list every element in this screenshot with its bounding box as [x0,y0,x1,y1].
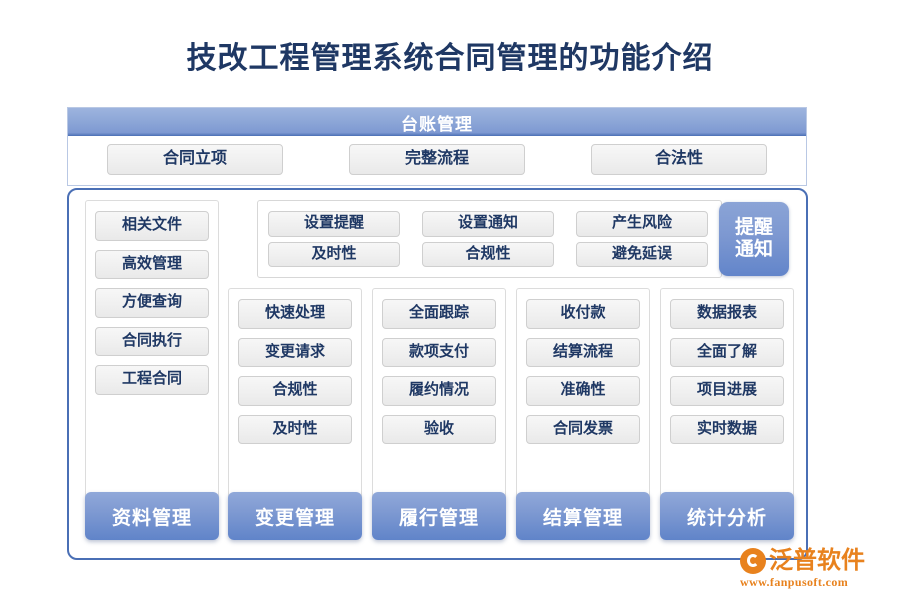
ledger-header-label: 台账管理 [401,114,473,134]
column-footer-performance-management[interactable]: 履行管理 [372,492,506,540]
column-document-management: 相关文件 高效管理 方便查询 合同执行 工程合同 资料管理 [85,200,219,540]
item-engineering-contract[interactable]: 工程合同 [95,365,209,395]
item-timeliness[interactable]: 及时性 [238,414,352,444]
item-contract-execution[interactable]: 合同执行 [95,326,209,356]
column-settlement-management: 收付款 结算流程 准确性 合同发票 结算管理 [516,200,650,540]
ledger-button-row: 合同立项 完整流程 合法性 [68,136,806,185]
item-realtime-data[interactable]: 实时数据 [670,414,784,444]
item-convenient-query[interactable]: 方便查询 [95,288,209,318]
ledger-button-full-process[interactable]: 完整流程 [349,144,525,175]
item-accuracy[interactable]: 准确性 [526,376,640,406]
item-project-progress[interactable]: 项目进展 [670,376,784,406]
column-footer-document-management[interactable]: 资料管理 [85,492,219,540]
column-items-change-management: 快速处理 变更请求 合规性 及时性 [228,288,362,500]
column-footer-change-management[interactable]: 变更管理 [228,492,362,540]
column-statistical-analysis: 数据报表 全面了解 项目进展 实时数据 统计分析 [660,200,794,540]
feature-columns: 相关文件 高效管理 方便查询 合同执行 工程合同 资料管理 快速处理 变更请求 … [85,200,794,548]
column-items-performance-management: 全面跟踪 款项支付 履约情况 验收 [372,288,506,500]
page-title: 技改工程管理系统合同管理的功能介绍 [186,42,714,75]
item-data-report[interactable]: 数据报表 [670,299,784,329]
column-items-statistical-analysis: 数据报表 全面了解 项目进展 实时数据 [660,288,794,500]
item-contract-invoice[interactable]: 合同发票 [526,414,640,444]
fanpu-logo-icon [740,548,766,574]
item-change-request[interactable]: 变更请求 [238,337,352,367]
item-settlement-process[interactable]: 结算流程 [526,337,640,367]
item-receipts-payments[interactable]: 收付款 [526,299,640,329]
column-footer-settlement-management[interactable]: 结算管理 [516,492,650,540]
ledger-button-legality[interactable]: 合法性 [591,144,767,175]
column-items-document-management: 相关文件 高效管理 方便查询 合同执行 工程合同 [85,200,219,500]
column-footer-statistical-analysis[interactable]: 统计分析 [660,492,794,540]
column-items-settlement-management: 收付款 结算流程 准确性 合同发票 [516,288,650,500]
item-acceptance[interactable]: 验收 [382,414,496,444]
item-compliance[interactable]: 合规性 [238,376,352,406]
item-payment[interactable]: 款项支付 [382,337,496,367]
ledger-button-contract-initiation[interactable]: 合同立项 [107,144,283,175]
ledger-header-bar: 台账管理 [68,108,806,136]
logo-website-url: www.fanpusoft.com [740,575,849,589]
item-full-tracking[interactable]: 全面跟踪 [382,299,496,329]
column-change-management: 快速处理 变更请求 合规性 及时性 变更管理 [228,200,362,540]
item-full-understanding[interactable]: 全面了解 [670,337,784,367]
item-efficient-management[interactable]: 高效管理 [95,249,209,279]
logo-company-name: 泛普软件 [769,548,865,574]
item-related-documents[interactable]: 相关文件 [95,211,209,241]
main-panel: 设置提醒 设置通知 产生风险 及时性 合规性 避免延误 提醒 通知 相关文件 高… [67,188,808,560]
watermark-logo: 泛普软件 www.fanpusoft.com [740,548,890,594]
ledger-block: 台账管理 合同立项 完整流程 合法性 [67,107,807,186]
column-performance-management: 全面跟踪 款项支付 履约情况 验收 履行管理 [372,200,506,540]
logo-row: 泛普软件 [740,548,890,574]
item-fast-processing[interactable]: 快速处理 [238,299,352,329]
item-performance-status[interactable]: 履约情况 [382,376,496,406]
